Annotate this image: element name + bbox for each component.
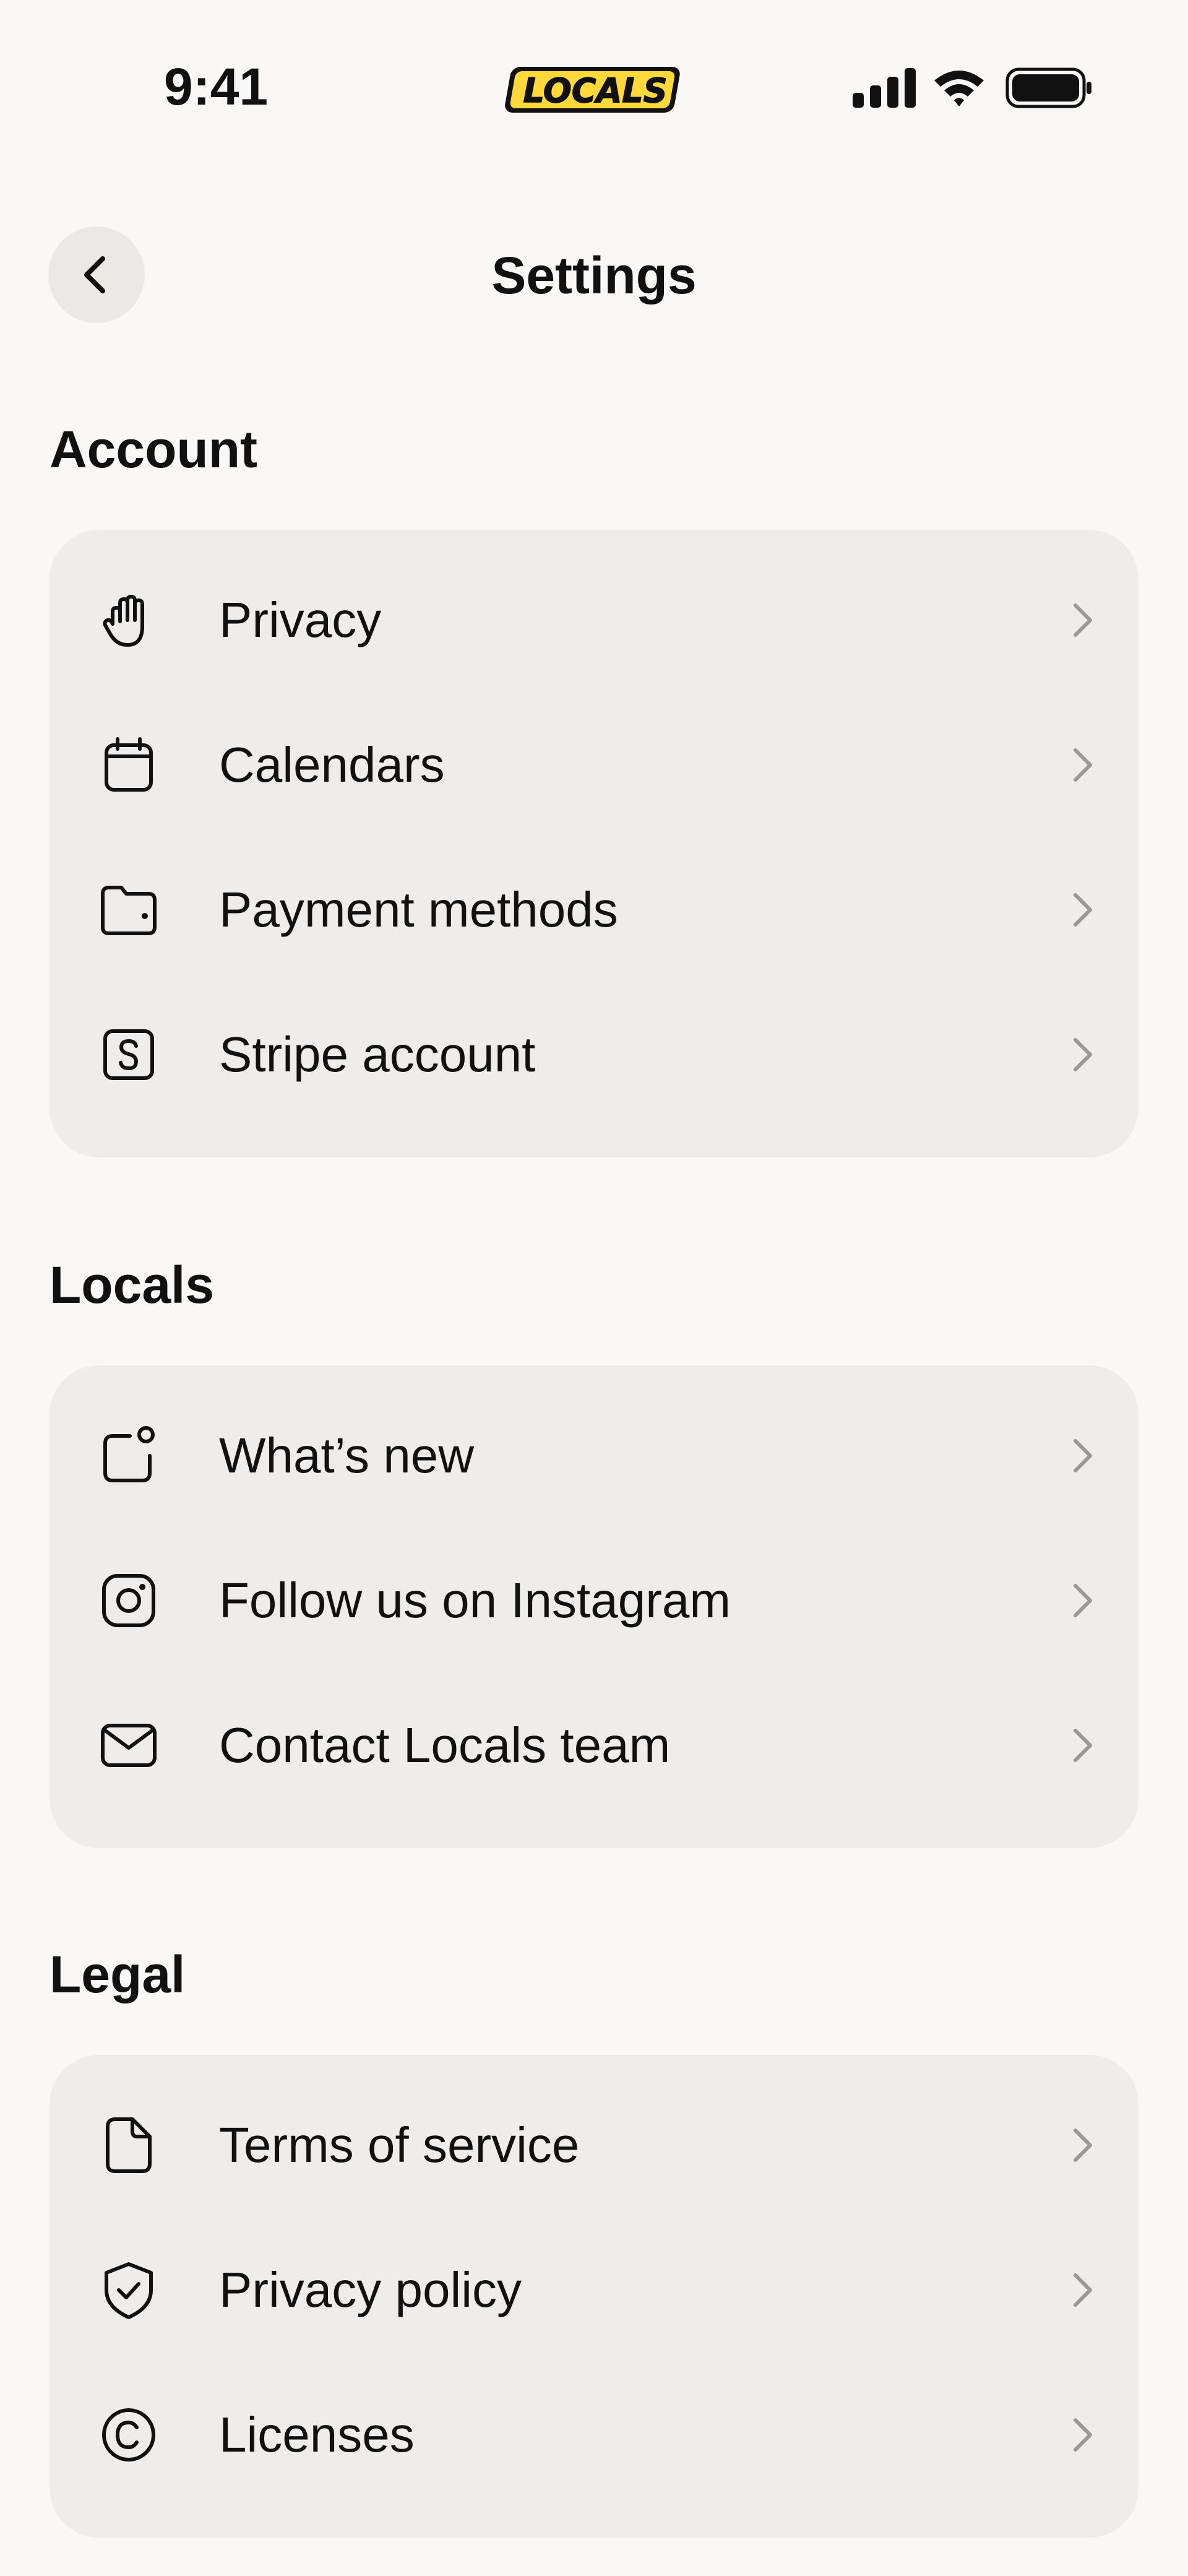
- row-privacy-policy[interactable]: Privacy policy: [50, 2217, 1138, 2362]
- stripe-icon: [103, 1029, 154, 1080]
- cellular-signal-icon: [853, 68, 916, 108]
- row-whats-new[interactable]: What’s new: [50, 1383, 1138, 1528]
- chevron-right-icon: [1074, 2129, 1092, 2162]
- battery-icon: [1005, 67, 1091, 108]
- wallet-icon: [101, 886, 157, 935]
- logo-text: LOCALS: [523, 71, 667, 110]
- row-label-follow-instagram: Follow us on Instagram: [219, 1573, 731, 1628]
- row-label-payment-methods: Payment methods: [219, 882, 618, 937]
- section-heading-account: Account: [50, 420, 257, 478]
- row-label-whats-new: What’s new: [219, 1428, 475, 1483]
- chevron-right-icon: [1074, 2273, 1092, 2307]
- notification-icon: [103, 1426, 155, 1482]
- chevron-right-icon: [1074, 1584, 1092, 1617]
- row-stripe-account[interactable]: Stripe account: [50, 982, 1138, 1126]
- legal-card: Terms of service Privacy policy Licenses: [50, 2055, 1138, 2538]
- section-heading-legal: Legal: [50, 1945, 186, 2003]
- account-card: Privacy Calendars Payment methods Stripe…: [50, 530, 1138, 1157]
- row-label-licenses: Licenses: [219, 2407, 415, 2462]
- locals-logo: LOCALS: [505, 67, 680, 113]
- hand-icon: [103, 595, 144, 647]
- row-calendars[interactable]: Calendars: [50, 692, 1138, 837]
- row-follow-instagram[interactable]: Follow us on Instagram: [50, 1528, 1138, 1672]
- chevron-right-icon: [1074, 2418, 1092, 2452]
- row-label-privacy: Privacy: [219, 592, 382, 647]
- locals-card: What’s new Follow us on Instagram Contac…: [50, 1365, 1138, 1848]
- chevron-right-icon: [1074, 748, 1092, 782]
- row-contact-team[interactable]: Contact Locals team: [50, 1672, 1138, 1817]
- page-title: Settings: [491, 246, 697, 305]
- status-bar: 9:41 LOCALS: [0, 0, 1188, 173]
- status-icons: [853, 67, 1091, 108]
- row-label-privacy-policy: Privacy policy: [219, 2262, 522, 2317]
- chevron-right-icon: [1074, 1038, 1092, 1071]
- shield-check-icon: [105, 2262, 153, 2319]
- row-licenses[interactable]: Licenses: [50, 2362, 1138, 2507]
- chevron-right-icon: [1074, 603, 1092, 637]
- copyright-icon: [102, 2408, 155, 2461]
- row-label-calendars: Calendars: [219, 737, 445, 792]
- row-privacy[interactable]: Privacy: [50, 547, 1138, 692]
- instagram-icon: [102, 1574, 155, 1627]
- chevron-right-icon: [1074, 1729, 1092, 1762]
- row-payment-methods[interactable]: Payment methods: [50, 837, 1138, 982]
- status-time: 9:41: [164, 58, 269, 116]
- mail-icon: [101, 1724, 157, 1767]
- document-icon: [106, 2117, 152, 2173]
- calendar-icon: [105, 737, 153, 792]
- row-label-terms-of-service: Terms of service: [219, 2117, 580, 2172]
- chevron-right-icon: [1074, 893, 1092, 927]
- row-label-contact-team: Contact Locals team: [219, 1718, 671, 1773]
- chevron-right-icon: [1074, 1439, 1092, 1472]
- row-terms-of-service[interactable]: Terms of service: [50, 2072, 1138, 2217]
- row-label-stripe-account: Stripe account: [219, 1027, 536, 1082]
- section-heading-locals: Locals: [50, 1256, 215, 1314]
- wifi-icon: [934, 71, 984, 106]
